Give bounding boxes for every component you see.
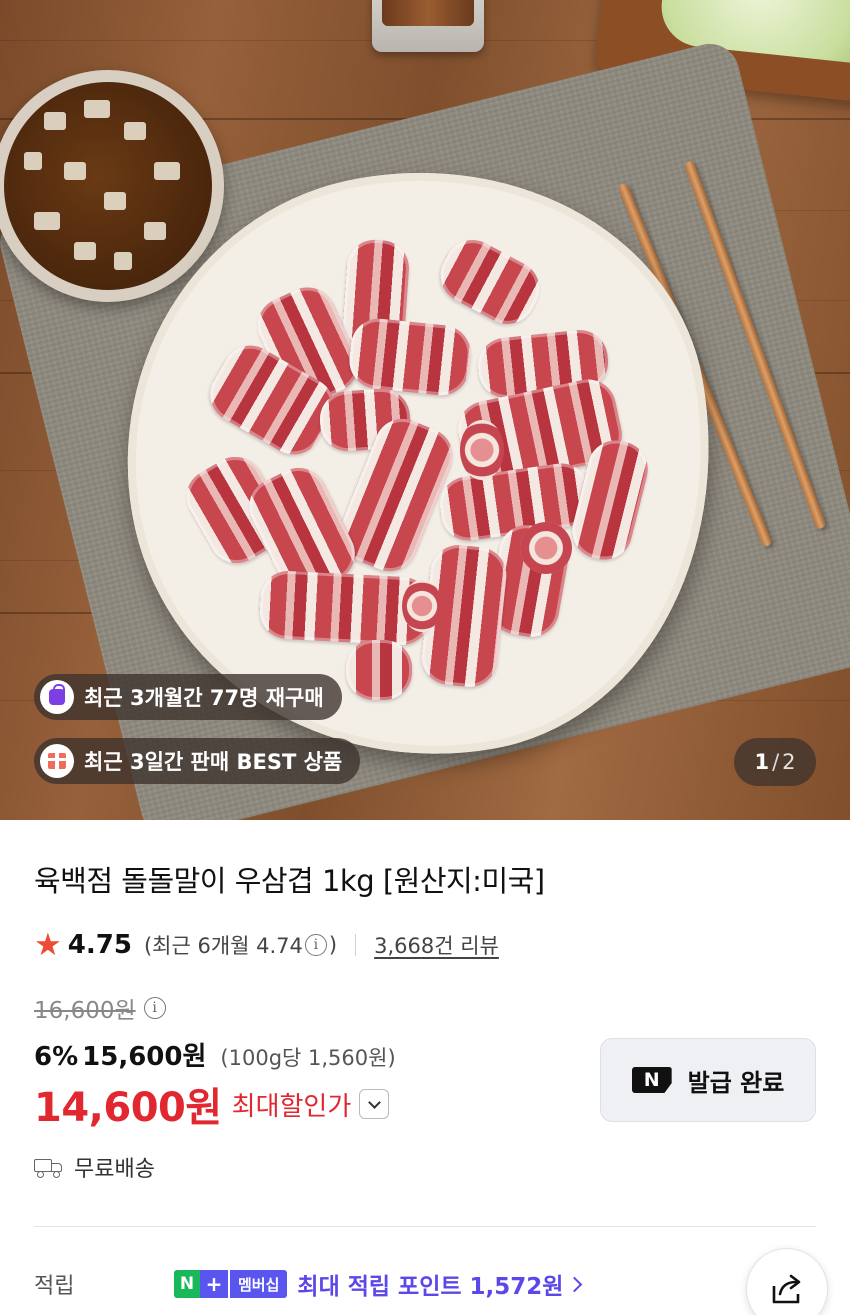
onion-piece [74,242,96,260]
recent-rating-text: (최근 6개월 4.74 [143,934,303,958]
beef-roll [346,640,412,700]
points-row[interactable]: 적립 N + 멤버십 최대 적립 포인트 1,572원 [34,1262,816,1306]
beef-roll-end [460,420,504,480]
membership-n: N [174,1270,200,1298]
product-image[interactable]: 최근 3개월간 77명 재구매 최근 3일간 판매 BEST 상품 1 / 2 [0,0,850,820]
info-icon[interactable]: i [143,997,166,1019]
pager-separator: / [772,750,780,774]
onion-piece [44,112,66,130]
salt-shaker [372,0,484,52]
recent-rating-close: ) [328,933,338,957]
review-count-link[interactable]: 3,668건 리뷰 [374,930,499,960]
pager-total: 2 [782,750,796,774]
onion-piece [64,162,86,180]
max-discount-price: 14,600원 [34,1085,222,1131]
max-discount-row: 14,600원 최대할인가 [34,1078,390,1131]
sauce-bowl [0,70,224,302]
original-price: 16,600원 [34,998,136,1024]
rating-value: 4.75 [67,930,132,960]
sale-price: 15,600원 [82,1042,207,1072]
sale-price-row: 6% 15,600원 (100g당 1,560원) [34,1036,396,1072]
dipping-sauce [4,82,212,290]
onion-piece [34,212,60,230]
shipping-row: 무료배송 [34,1150,155,1184]
share-icon [772,1274,801,1304]
repurchase-text: 최근 3개월간 77명 재구매 [84,686,324,710]
divider [355,934,357,956]
unit-price: (100g당 1,560원) [220,1046,396,1070]
onion-piece [84,100,110,118]
info-icon[interactable]: i [304,934,327,956]
share-button[interactable] [746,1248,828,1315]
membership-name: 멤버십 [228,1270,288,1298]
max-points-text[interactable]: 최대 적립 포인트 1,572원 [297,1267,563,1301]
naver-plus-membership-badge: N + 멤버십 [174,1269,288,1299]
beef-roll-end [520,522,572,574]
onion-piece [104,192,126,210]
coupon-label: 발급 완료 [687,1068,785,1097]
shaker-cap [382,0,474,26]
coupon-issued-button[interactable]: N 발급 완료 [600,1038,816,1122]
onion-piece [24,152,42,170]
shopping-bag-icon [40,680,74,714]
image-pager: 1 / 2 [734,738,816,786]
original-price-row: 16,600원 i [34,992,168,1024]
onion-piece [144,222,166,240]
onion-piece [114,252,132,270]
expand-discount-button[interactable] [359,1089,390,1119]
shipping-text: 무료배송 [74,1157,155,1182]
onion-piece [124,122,146,140]
max-discount-label: 최대할인가 [231,1091,352,1122]
pager-current: 1 [754,750,770,774]
points-label: 적립 [34,1274,75,1299]
star-icon: ★ [34,926,62,963]
beef-roll-end [402,580,442,632]
section-divider [34,1226,816,1227]
naver-n-icon: N [631,1067,672,1093]
best-seller-badge: 최근 3일간 판매 BEST 상품 [34,738,361,784]
beef-roll [346,315,474,399]
discount-percent: 6% [34,1042,79,1072]
membership-plus: + [200,1270,228,1298]
rating-row: ★ 4.75 (최근 6개월 4.74 i ) 3,668건 리뷰 [34,926,499,964]
recent-rating: (최근 6개월 4.74 i ) [144,930,337,960]
chevron-down-icon [367,1095,381,1109]
product-title: 육백점 돌돌말이 우삼겹 1kg [원산지:미국] [34,864,545,898]
chevron-right-icon [567,1276,583,1292]
truck-icon [34,1157,64,1178]
gift-icon [40,744,74,778]
repurchase-badge: 최근 3개월간 77명 재구매 [34,674,342,720]
onion-piece [154,162,180,180]
best-seller-text: 최근 3일간 판매 BEST 상품 [84,750,343,774]
